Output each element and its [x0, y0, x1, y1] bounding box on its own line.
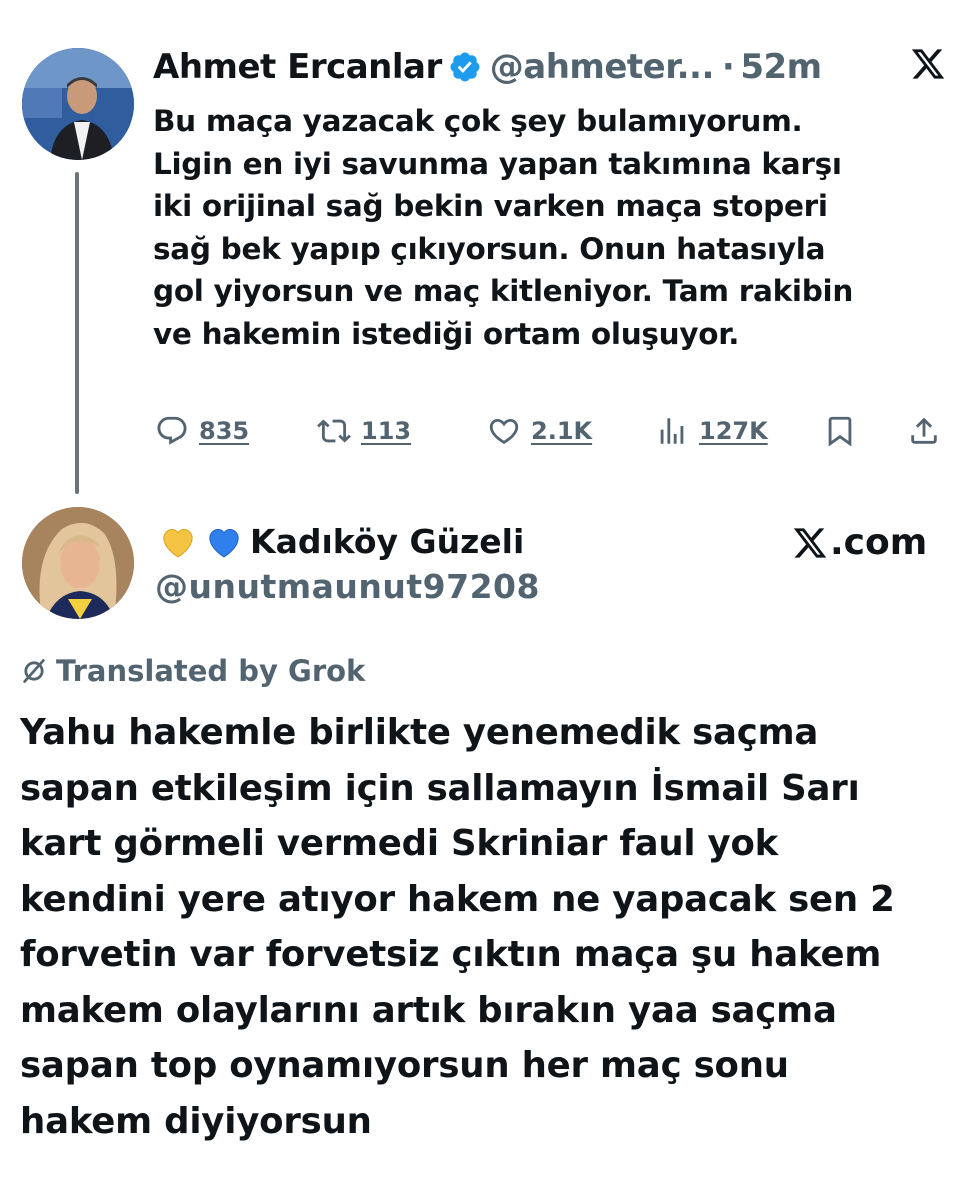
- x-com-text: .com: [830, 522, 928, 563]
- share-button[interactable]: [907, 410, 951, 452]
- reply-icon: [157, 416, 187, 445]
- like-heart-icon: [489, 418, 519, 444]
- blue-heart-icon: [209, 528, 239, 558]
- retweet-button[interactable]: 113: [317, 410, 411, 452]
- thread-line: [75, 172, 79, 494]
- verified-badge-icon: [450, 52, 480, 82]
- tweet2-author-name[interactable]: Kadıköy Güzeli: [250, 520, 524, 564]
- tweet2-handle[interactable]: @unutmaunut97208: [155, 565, 540, 609]
- yellow-heart-icon: [163, 528, 193, 558]
- reply-count: 835: [199, 417, 250, 445]
- kadikoy-guzeli-avatar[interactable]: [22, 507, 134, 619]
- retweet-count: 113: [361, 417, 412, 445]
- views-count: 127K: [699, 417, 768, 445]
- retweet-icon: [317, 419, 351, 443]
- tweet2-text: Yahu hakemle birlikte yenemedik saçma sa…: [20, 712, 895, 1142]
- views-bar-chart-icon: [660, 418, 684, 444]
- tweet1-separator: ·: [721, 47, 735, 87]
- x-logo-icon[interactable]: [910, 46, 946, 82]
- tweet1-text: Bu maça yazacak çok şey bulamıyorum. Lig…: [153, 104, 854, 351]
- tweet1-author-name[interactable]: Ahmet Ercanlar: [153, 47, 442, 87]
- tweet2-author-row: Kadıköy Güzeli: [158, 520, 524, 564]
- reply-button[interactable]: 835: [155, 410, 249, 452]
- bookmark-icon: [828, 416, 852, 447]
- x-logo-icon: [793, 528, 827, 558]
- grok-icon: [23, 659, 45, 683]
- tweet1-time[interactable]: 52m: [740, 47, 822, 87]
- tweet1-action-bar: 835 113 2.1K 127K: [155, 410, 955, 452]
- share-upload-icon: [911, 417, 937, 444]
- tweet1-header: Ahmet Ercanlar @ahmeter... · 52m: [153, 46, 822, 88]
- x-com-watermark: .com: [792, 520, 927, 566]
- like-button[interactable]: 2.1K: [487, 410, 592, 452]
- translated-label-text: Translated by Grok: [56, 654, 366, 688]
- tweet1-handle[interactable]: @ahmeter...: [490, 47, 715, 87]
- views-button[interactable]: 127K: [655, 410, 768, 452]
- like-count: 2.1K: [531, 417, 593, 445]
- ahmet-ercanlar-avatar[interactable]: [22, 48, 134, 160]
- translated-by-grok-label[interactable]: Translated by Grok: [20, 652, 365, 690]
- bookmark-button[interactable]: [823, 410, 867, 452]
